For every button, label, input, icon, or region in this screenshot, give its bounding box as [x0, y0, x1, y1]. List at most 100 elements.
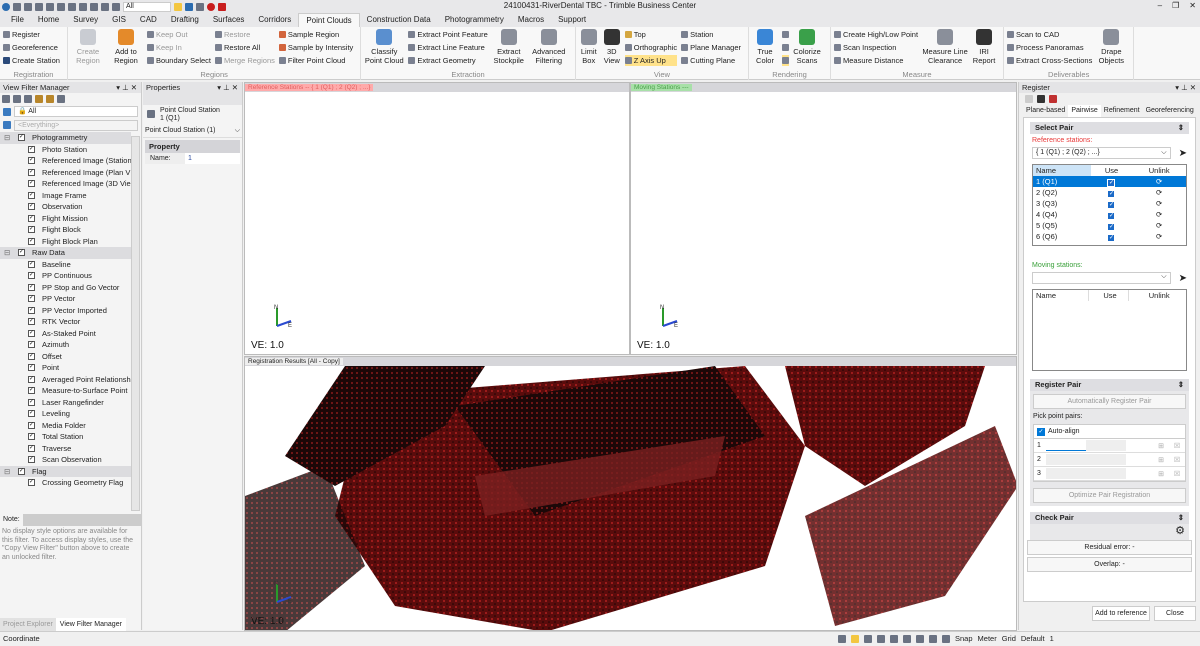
tree-item[interactable]: ✓Flight Block — [0, 224, 131, 236]
layer-icon[interactable] — [90, 3, 98, 11]
unlink-icon[interactable]: ⟳ — [1129, 220, 1186, 231]
measure-line-clearance-button[interactable]: Measure Line Clearance — [922, 29, 968, 65]
tree-item[interactable]: ✓Point — [0, 362, 131, 374]
use-checkbox[interactable]: ✓ — [1091, 176, 1130, 187]
close-button[interactable]: ✕ — [1189, 1, 1196, 10]
layer-icon[interactable] — [46, 95, 54, 103]
advanced-filtering-button[interactable]: Advanced Filtering — [530, 29, 568, 65]
tab-georeferencing[interactable]: Georeferencing — [1143, 105, 1197, 117]
filter-icon[interactable] — [13, 95, 21, 103]
column-header[interactable]: Use — [1088, 290, 1129, 301]
status-tool-icon[interactable] — [929, 635, 937, 643]
use-checkbox[interactable]: ✓ — [1091, 231, 1130, 242]
tab-survey[interactable]: Survey — [66, 13, 105, 27]
add-icon[interactable]: ⊞ — [1153, 456, 1169, 464]
settings-gear-icon[interactable]: ⚙ — [1030, 524, 1189, 540]
reference-viewport[interactable]: Reference Stations -- { 1 (Q1) ; 2 (Q2) … — [244, 82, 630, 355]
filter-point-cloud-button[interactable]: Filter Point Cloud — [279, 55, 353, 66]
tab-cad[interactable]: CAD — [133, 13, 164, 27]
restore-button[interactable]: ❐ — [1172, 1, 1179, 10]
tree-item[interactable]: ✓Flight Mission — [0, 213, 131, 225]
tab-file[interactable]: File — [4, 13, 31, 27]
everything-select[interactable]: <Everything> — [14, 120, 138, 131]
tab-home[interactable]: Home — [31, 13, 66, 27]
tab-drafting[interactable]: Drafting — [164, 13, 206, 27]
filter-select[interactable]: 🔒 All — [14, 106, 138, 117]
keep-out-button[interactable]: Keep Out — [147, 29, 211, 40]
moving-viewport[interactable]: Moving Stations --- NE VE: 1.0 — [630, 82, 1017, 355]
view-icon[interactable] — [1037, 95, 1045, 103]
delete-icon[interactable]: ☒ — [1169, 442, 1185, 450]
extract-point-feature-button[interactable]: Extract Point Feature — [408, 29, 487, 40]
print-icon[interactable] — [79, 3, 87, 11]
close-icon[interactable]: ▾ ⊥ ✕ — [1175, 82, 1196, 93]
filter-icon[interactable] — [1025, 95, 1033, 103]
tab-plane-based[interactable]: Plane-based — [1023, 105, 1068, 117]
tree-item[interactable]: ✓PP Vector — [0, 293, 131, 305]
layer-icon[interactable] — [57, 95, 65, 103]
tree-item[interactable]: ✓Flight Block Plan — [0, 236, 131, 248]
status-default[interactable]: Default — [1021, 632, 1045, 646]
add-icon[interactable]: ⊞ — [1153, 442, 1169, 450]
tree-item[interactable]: ✓As-Staked Point — [0, 328, 131, 340]
boundary-select-button[interactable]: Boundary Select — [147, 55, 211, 66]
status-tool-icon[interactable] — [877, 635, 885, 643]
filter-icon[interactable] — [174, 3, 182, 11]
iri-report-button[interactable]: IRI Report — [972, 29, 996, 65]
restore-all-button[interactable]: Restore All — [215, 42, 275, 53]
copy-filter-icon[interactable] — [2, 95, 10, 103]
create-region-button[interactable]: Create Region — [71, 29, 105, 65]
register-pair-header[interactable]: Register Pair⇕ — [1030, 379, 1189, 391]
tree-item[interactable]: ✓Averaged Point Relationsh — [0, 374, 131, 386]
auto-register-button[interactable]: Automatically Register Pair — [1033, 394, 1186, 409]
tree-item[interactable]: ✓Total Station — [0, 431, 131, 443]
unlink-icon[interactable]: ⟳ — [1129, 176, 1186, 187]
column-header[interactable]: Unlink — [1129, 165, 1186, 176]
moving-point-input[interactable] — [1086, 468, 1126, 479]
optimize-pair-button[interactable]: Optimize Pair Registration — [1033, 488, 1186, 503]
filter-select[interactable]: All — [123, 2, 171, 12]
view-icon[interactable] — [112, 3, 120, 11]
close-register-button[interactable]: Close — [1154, 606, 1196, 621]
tree-item[interactable]: ✓Crossing Geometry Flag — [0, 477, 131, 489]
limit-box-button[interactable]: Limit Box — [579, 29, 599, 65]
column-header[interactable]: Unlink — [1129, 290, 1186, 301]
reference-point-input[interactable] — [1046, 468, 1086, 479]
tab-refinement[interactable]: Refinement — [1101, 105, 1143, 117]
tab-construction-data[interactable]: Construction Data — [360, 13, 438, 27]
classify-point-cloud-button[interactable]: Classify Point Cloud — [364, 29, 404, 65]
status-grid[interactable]: Grid — [1002, 632, 1016, 646]
tree-item[interactable]: ✓Image Frame — [0, 190, 131, 202]
minimize-button[interactable]: – — [1158, 1, 1162, 10]
plane-manager-button[interactable]: Plane Manager — [681, 42, 741, 53]
column-header[interactable]: Use — [1091, 165, 1130, 176]
reference-stations-select[interactable]: { 1 (Q1) ; 2 (Q2) ; ...}⌵ — [1032, 147, 1171, 159]
extract-stockpile-button[interactable]: Extract Stockpile — [492, 29, 526, 65]
tree-item[interactable]: ✓Media Folder — [0, 420, 131, 432]
tab-surfaces[interactable]: Surfaces — [206, 13, 252, 27]
delete-icon[interactable]: ☒ — [1169, 470, 1185, 478]
station-icon[interactable] — [1049, 95, 1057, 103]
moving-point-input[interactable] — [1086, 440, 1126, 451]
tree-item[interactable]: ✓Photo Station — [0, 144, 131, 156]
reference-point-input[interactable] — [1046, 440, 1086, 451]
sample-region-button[interactable]: Sample Region — [279, 29, 353, 40]
tree-item[interactable]: ✓Referenced Image (Plan V — [0, 167, 131, 179]
extract-cross-sections-button[interactable]: Extract Cross-Sections — [1007, 55, 1092, 66]
create-station-button[interactable]: Create Station — [3, 55, 60, 66]
add-to-region-button[interactable]: Add to Region — [109, 29, 143, 65]
tab-support[interactable]: Support — [551, 13, 593, 27]
station-row[interactable]: 5 (Q5)✓⟳ — [1033, 220, 1186, 231]
tab-pairwise[interactable]: Pairwise — [1068, 105, 1100, 117]
tree-item[interactable]: ✓Traverse — [0, 443, 131, 455]
station-button[interactable]: Station — [681, 29, 741, 40]
tab-macros[interactable]: Macros — [511, 13, 551, 27]
cutting-plane-button[interactable]: Cutting Plane — [681, 55, 741, 66]
status-1[interactable]: 1 — [1050, 632, 1054, 646]
redo-icon[interactable] — [24, 3, 32, 11]
sample-by-intensity-button[interactable]: Sample by Intensity — [279, 42, 353, 53]
process-panoramas-button[interactable]: Process Panoramas — [1007, 42, 1092, 53]
column-header[interactable]: Name — [1033, 165, 1091, 176]
station-row[interactable]: 3 (Q3)✓⟳ — [1033, 198, 1186, 209]
scan-inspection-button[interactable]: Scan Inspection — [834, 42, 918, 53]
